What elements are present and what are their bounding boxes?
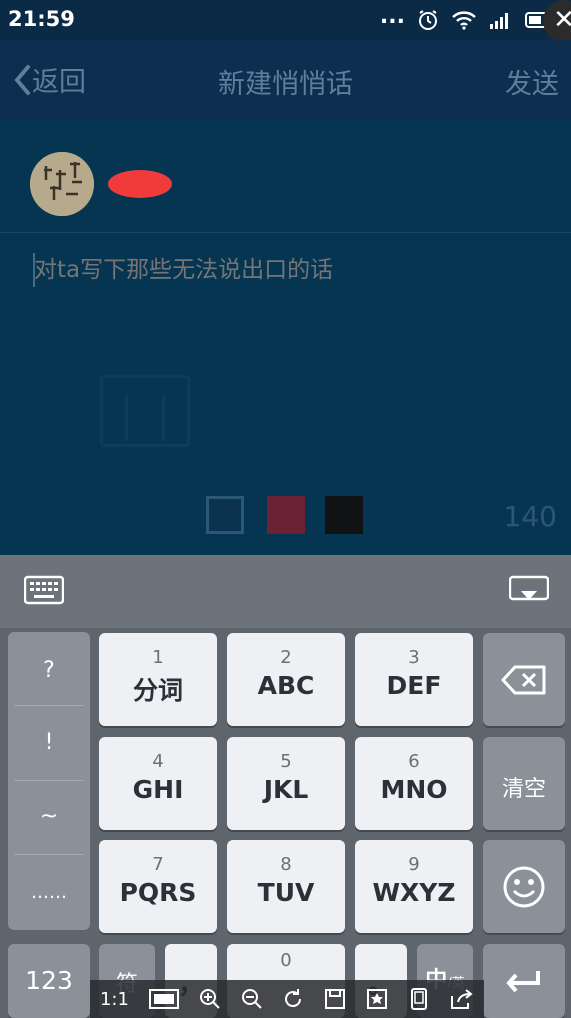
clear-label: 清空 bbox=[501, 777, 546, 802]
keyboard-toolbar bbox=[0, 555, 571, 628]
key-digit: 2 bbox=[280, 647, 292, 668]
avatar[interactable] bbox=[30, 152, 94, 216]
avatar-image bbox=[30, 152, 94, 216]
backspace-icon bbox=[501, 665, 546, 695]
key-4[interactable]: 4 GHI bbox=[99, 737, 217, 830]
key-1[interactable]: 1 分词 bbox=[99, 633, 217, 726]
hide-keyboard-icon[interactable] bbox=[509, 575, 549, 607]
chevron-left-icon bbox=[14, 64, 30, 95]
key-label: TUV bbox=[257, 878, 315, 907]
key-label: WXYZ bbox=[372, 878, 456, 907]
color-swatch-black[interactable] bbox=[325, 496, 363, 534]
symbol-separator bbox=[14, 705, 84, 706]
watermark-icon-detail bbox=[125, 395, 165, 441]
symbol-separator bbox=[14, 854, 84, 855]
symbol-key-tilde[interactable]: ~ bbox=[8, 804, 90, 829]
back-button[interactable]: 返回 bbox=[12, 60, 86, 99]
smiley-icon bbox=[503, 866, 545, 908]
char-counter: 140 bbox=[503, 500, 557, 533]
key-label: PQRS bbox=[119, 878, 197, 907]
key-digit: 4 bbox=[152, 751, 164, 772]
more-dots-icon: ... bbox=[379, 3, 405, 29]
close-icon[interactable]: ✕ bbox=[543, 0, 571, 42]
redacted-username bbox=[108, 170, 172, 198]
share-icon[interactable] bbox=[450, 988, 474, 1010]
backspace-key[interactable] bbox=[483, 633, 565, 726]
enter-key[interactable] bbox=[483, 944, 565, 1018]
key-3[interactable]: 3 DEF bbox=[355, 633, 473, 726]
color-swatch-red[interactable] bbox=[267, 496, 305, 534]
key-label: 分词 bbox=[132, 676, 183, 705]
key-digit: 3 bbox=[408, 647, 420, 668]
symbol-key-ellipsis[interactable]: …… bbox=[8, 882, 90, 903]
symbol-column: ? ! ~ …… bbox=[8, 632, 90, 930]
send-button[interactable]: 发送 bbox=[505, 62, 559, 101]
symbol-separator bbox=[14, 780, 84, 781]
key-digit: 0 bbox=[280, 950, 292, 971]
composer-area: 140 bbox=[0, 120, 571, 555]
key-8[interactable]: 8 TUV bbox=[227, 840, 345, 933]
key-7[interactable]: 7 PQRS bbox=[99, 840, 217, 933]
fit-window-icon[interactable] bbox=[148, 988, 179, 1010]
divider bbox=[0, 232, 571, 233]
status-icons: ... bbox=[379, 3, 563, 34]
key-9[interactable]: 9 WXYZ bbox=[355, 840, 473, 933]
status-bar: 21:59 ... ✕ bbox=[0, 0, 571, 42]
device-icon[interactable] bbox=[408, 988, 430, 1010]
key-label: DEF bbox=[386, 671, 442, 700]
signal-icon bbox=[490, 13, 508, 29]
rotate-icon[interactable] bbox=[282, 988, 304, 1010]
key-digit: 6 bbox=[408, 751, 420, 772]
key-digit: 9 bbox=[408, 854, 420, 875]
key-label: GHI bbox=[132, 775, 184, 804]
key-5[interactable]: 5 JKL bbox=[227, 737, 345, 830]
back-label: 返回 bbox=[32, 67, 86, 98]
symbol-key-question[interactable]: ? bbox=[8, 658, 90, 683]
key-label: JKL bbox=[263, 775, 309, 804]
key-label: MNO bbox=[380, 775, 448, 804]
save-icon[interactable] bbox=[324, 988, 346, 1010]
zoom-out-icon[interactable] bbox=[241, 988, 263, 1010]
emoji-key[interactable] bbox=[483, 840, 565, 933]
color-swatch-blue[interactable] bbox=[206, 496, 244, 534]
key-2[interactable]: 2 ABC bbox=[227, 633, 345, 726]
zoom-in-icon[interactable] bbox=[199, 988, 221, 1010]
text-cursor bbox=[33, 253, 35, 287]
numeric-label: 123 bbox=[25, 966, 73, 995]
numeric-key[interactable]: 123 bbox=[8, 944, 90, 1018]
alarm-icon bbox=[419, 10, 437, 30]
key-digit: 8 bbox=[280, 854, 292, 875]
wifi-icon bbox=[452, 11, 476, 30]
key-label: ABC bbox=[257, 671, 315, 700]
key-digit: 7 bbox=[152, 854, 164, 875]
clock: 21:59 bbox=[8, 7, 75, 31]
key-digit: 5 bbox=[280, 751, 292, 772]
viewer-toolbar: 1:1 bbox=[90, 980, 484, 1018]
favorite-icon[interactable] bbox=[366, 988, 388, 1010]
key-6[interactable]: 6 MNO bbox=[355, 737, 473, 830]
message-input[interactable] bbox=[32, 256, 546, 284]
enter-icon bbox=[506, 971, 540, 993]
symbol-key-exclaim[interactable]: ! bbox=[8, 730, 90, 755]
nav-bar: 返回 新建悄悄话 发送 bbox=[0, 40, 571, 120]
ratio-button[interactable]: 1:1 bbox=[100, 989, 129, 1010]
clear-key[interactable]: 清空 bbox=[483, 737, 565, 830]
key-digit: 1 bbox=[152, 647, 164, 668]
keyboard-icon[interactable] bbox=[24, 575, 64, 605]
